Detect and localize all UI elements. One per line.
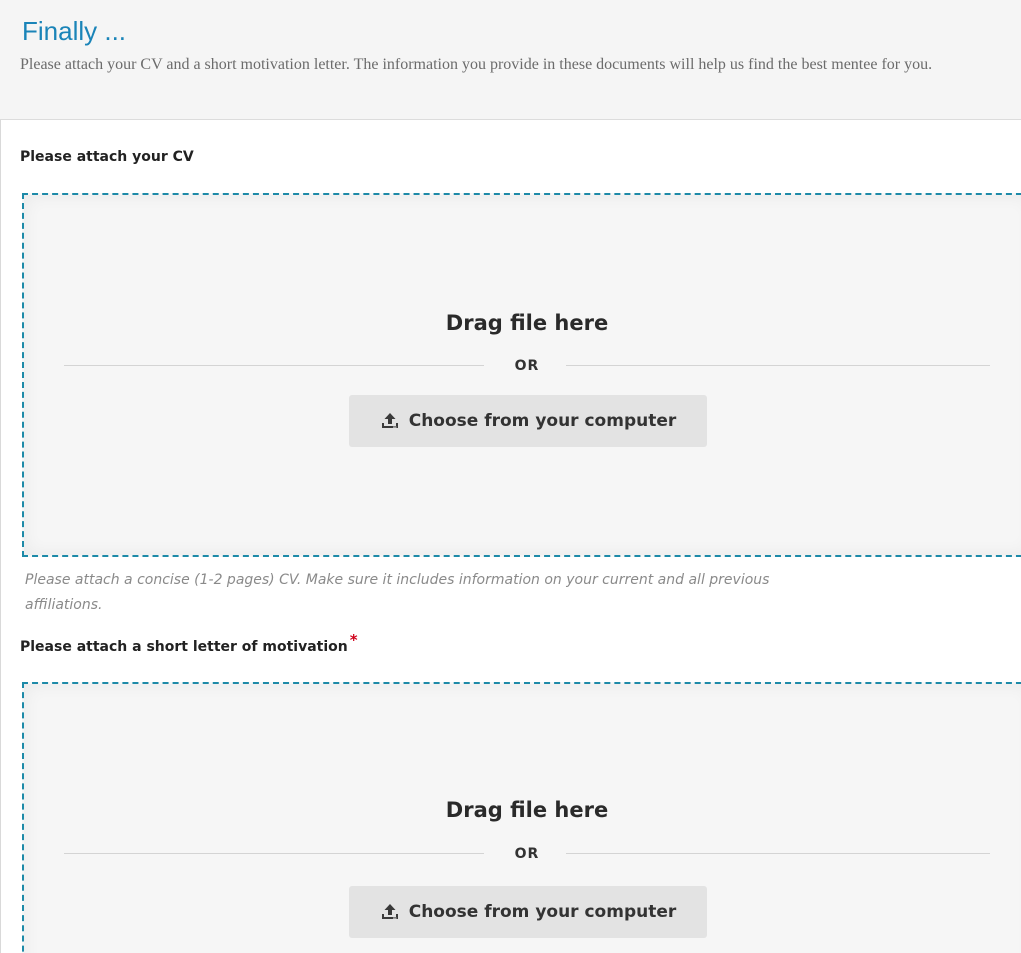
cv-field-label: Please attach your CV — [20, 147, 194, 167]
upload-icon — [380, 412, 400, 430]
upload-icon — [380, 903, 400, 921]
motivation-choose-file-label: Choose from your computer — [408, 902, 677, 922]
motivation-or-text: OR — [514, 846, 540, 862]
required-marker: * — [349, 631, 358, 649]
motivation-field-label-text: Please attach a short letter of motivati… — [20, 639, 348, 655]
cv-or-text: OR — [514, 358, 540, 374]
motivation-or-divider: OR — [64, 844, 990, 864]
cv-choose-file-button[interactable]: Choose from your computer — [349, 395, 707, 447]
motivation-dropzone[interactable]: Drag file here OR Choose from your compu… — [22, 682, 1021, 953]
section-title: Finally ... — [22, 16, 127, 46]
left-border — [0, 0, 1, 953]
motivation-choose-file-button[interactable]: Choose from your computer — [349, 886, 707, 938]
motivation-field-label: Please attach a short letter of motivati… — [20, 631, 358, 657]
section-description: Please attach your CV and a short motiva… — [20, 56, 933, 73]
section-header: Finally ... Please attach your CV and a … — [0, 0, 1021, 120]
cv-help-text: Please attach a concise (1-2 pages) CV. … — [25, 572, 770, 613]
cv-dropzone[interactable]: Drag file here OR Choose from your compu… — [22, 193, 1021, 557]
cv-drag-text: Drag file here — [445, 311, 609, 335]
motivation-drag-text: Drag file here — [445, 798, 609, 822]
cv-field-label-text: Please attach your CV — [20, 149, 194, 165]
cv-choose-file-label: Choose from your computer — [408, 411, 677, 431]
cv-or-divider: OR — [64, 356, 990, 376]
